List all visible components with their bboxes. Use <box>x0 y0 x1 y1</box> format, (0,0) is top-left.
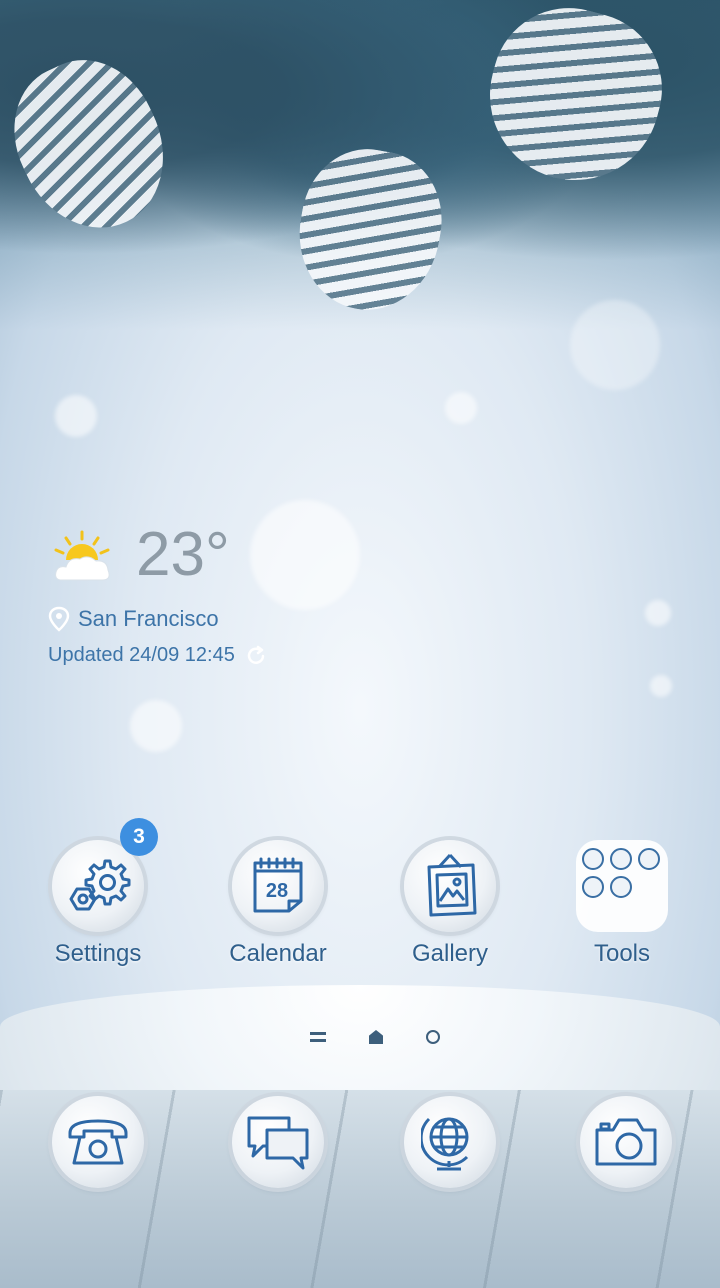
tools-folder-icon[interactable] <box>576 840 668 932</box>
location-row: San Francisco <box>48 606 219 632</box>
menu-lines-icon[interactable] <box>310 1032 326 1042</box>
bokeh-light <box>645 600 671 626</box>
gallery-label: Gallery <box>411 940 489 967</box>
calendar-app[interactable]: 28 Calendar <box>198 840 358 968</box>
camera-icon <box>595 1118 657 1166</box>
calendar-icon: 28 <box>253 857 303 913</box>
pencil-icon <box>638 848 660 870</box>
updated-row: Updated 24/09 12:45 <box>48 644 267 667</box>
tools-label: Tools <box>593 940 651 967</box>
bokeh-light <box>55 395 97 437</box>
bokeh-light <box>650 675 672 697</box>
weather-widget[interactable]: 23° San Francisco Updated 24/09 12:45 <box>48 520 348 680</box>
temperature-text: 23° <box>136 520 230 589</box>
tools-folder[interactable]: Tools <box>542 840 702 968</box>
settings-icon-button[interactable]: 3 <box>52 818 158 932</box>
messages-app[interactable] <box>232 1096 324 1188</box>
gallery-icon-button[interactable] <box>404 840 496 932</box>
home-page-icon[interactable] <box>369 1030 383 1044</box>
equalizer-icon <box>582 876 604 898</box>
phone-app[interactable] <box>52 1096 144 1188</box>
globe-icon <box>421 1117 469 1171</box>
clipboard-icon <box>610 848 632 870</box>
chat-bubbles-icon <box>247 1116 309 1170</box>
bokeh-light <box>130 700 182 752</box>
notification-badge: 3 <box>120 818 158 856</box>
picture-frame-icon <box>427 853 477 917</box>
page-indicator[interactable] <box>310 1026 440 1048</box>
partly-sunny-icon <box>52 530 114 584</box>
browser-app[interactable] <box>404 1096 496 1188</box>
calendar-icon-button[interactable]: 28 <box>232 840 324 932</box>
updated-text: Updated 24/09 12:45 <box>48 644 235 666</box>
calendar-day-number: 28 <box>266 880 288 902</box>
location-pin-icon <box>48 606 70 632</box>
wrench-icon <box>610 876 632 898</box>
settings-app[interactable]: 3 Settings <box>18 818 178 968</box>
bokeh-light <box>570 300 660 390</box>
settings-label: Settings <box>54 940 142 967</box>
location-text: San Francisco <box>78 606 219 631</box>
telephone-icon <box>68 1119 128 1165</box>
gear-icon <box>69 859 131 911</box>
page-dot-icon[interactable] <box>426 1030 440 1044</box>
camera-app[interactable] <box>580 1096 672 1188</box>
share-icon <box>582 848 604 870</box>
calendar-label: Calendar <box>229 940 327 967</box>
bokeh-light <box>445 392 477 424</box>
gallery-app[interactable]: Gallery <box>370 840 530 968</box>
refresh-icon[interactable] <box>245 645 267 667</box>
